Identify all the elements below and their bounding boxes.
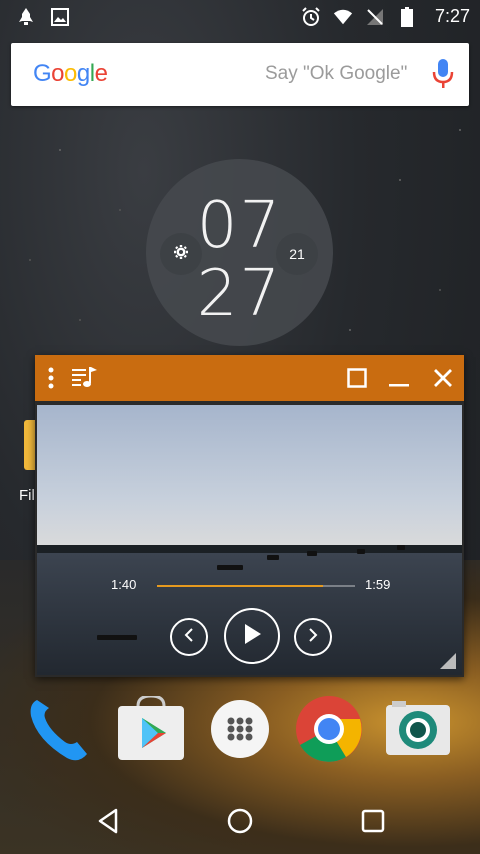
play-store-icon <box>116 693 186 767</box>
back-icon <box>96 808 120 839</box>
back-button[interactable] <box>93 808 123 838</box>
maximize-button[interactable] <box>343 364 371 392</box>
minimize-button[interactable] <box>385 364 413 392</box>
navigation-bar <box>0 790 480 854</box>
status-time: 7:27 <box>434 6 470 26</box>
battery-icon <box>397 6 417 27</box>
wifi-icon <box>333 7 353 27</box>
google-search-bar[interactable]: Google Say "Ok Google" <box>11 43 469 106</box>
google-logo: Google <box>33 60 108 87</box>
app-dock <box>0 693 480 775</box>
video-boat <box>217 565 243 570</box>
camera-app[interactable] <box>382 695 454 767</box>
clock-widget[interactable]: 07 27 21 <box>146 159 333 346</box>
home-icon <box>227 808 253 839</box>
search-hint: Say "Ok Google" <box>265 63 408 84</box>
video-boat <box>357 549 365 554</box>
video-boat <box>397 545 405 550</box>
recents-icon <box>361 809 385 838</box>
time-elapsed: 1:40 <box>111 577 137 592</box>
no-signal-icon <box>365 7 385 27</box>
video-boat <box>97 635 137 640</box>
alarm-icon <box>301 6 321 27</box>
floating-video-player[interactable]: 1:40 1:59 <box>35 355 464 677</box>
play-icon <box>242 623 262 650</box>
status-bar: 7:27 <box>0 0 480 34</box>
chrome-icon <box>294 694 364 769</box>
chevron-right-icon <box>306 627 320 648</box>
folder-label: Fil <box>19 487 35 504</box>
time-total: 1:59 <box>365 577 391 592</box>
seek-bar[interactable] <box>157 585 355 587</box>
player-titlebar[interactable] <box>35 355 464 401</box>
play-button[interactable] <box>224 608 280 664</box>
playlist-icon[interactable] <box>71 364 99 392</box>
video-surface[interactable]: 1:40 1:59 <box>37 405 462 675</box>
resize-handle[interactable] <box>440 653 456 669</box>
seek-bar-fill <box>157 585 324 587</box>
home-button[interactable] <box>225 808 255 838</box>
rocket-icon <box>16 7 36 27</box>
close-button[interactable] <box>429 364 457 392</box>
video-boat <box>307 551 317 556</box>
clock-date[interactable]: 21 <box>276 233 318 275</box>
video-boat <box>267 555 279 560</box>
drag-handle-icon[interactable] <box>37 364 65 392</box>
phone-icon <box>25 694 95 769</box>
chevron-left-icon <box>182 627 196 648</box>
recents-button[interactable] <box>358 808 388 838</box>
previous-button[interactable] <box>170 618 208 656</box>
play-store-app[interactable] <box>115 693 187 767</box>
gear-icon <box>173 244 189 265</box>
phone-app[interactable] <box>24 695 96 767</box>
chrome-app[interactable] <box>293 695 365 767</box>
app-drawer-button[interactable] <box>204 695 276 767</box>
camera-icon <box>384 700 452 762</box>
microphone-icon[interactable] <box>431 57 455 96</box>
apps-grid-icon <box>209 698 271 765</box>
next-button[interactable] <box>294 618 332 656</box>
settings-gear-button[interactable] <box>160 233 202 275</box>
image-icon <box>50 7 70 27</box>
